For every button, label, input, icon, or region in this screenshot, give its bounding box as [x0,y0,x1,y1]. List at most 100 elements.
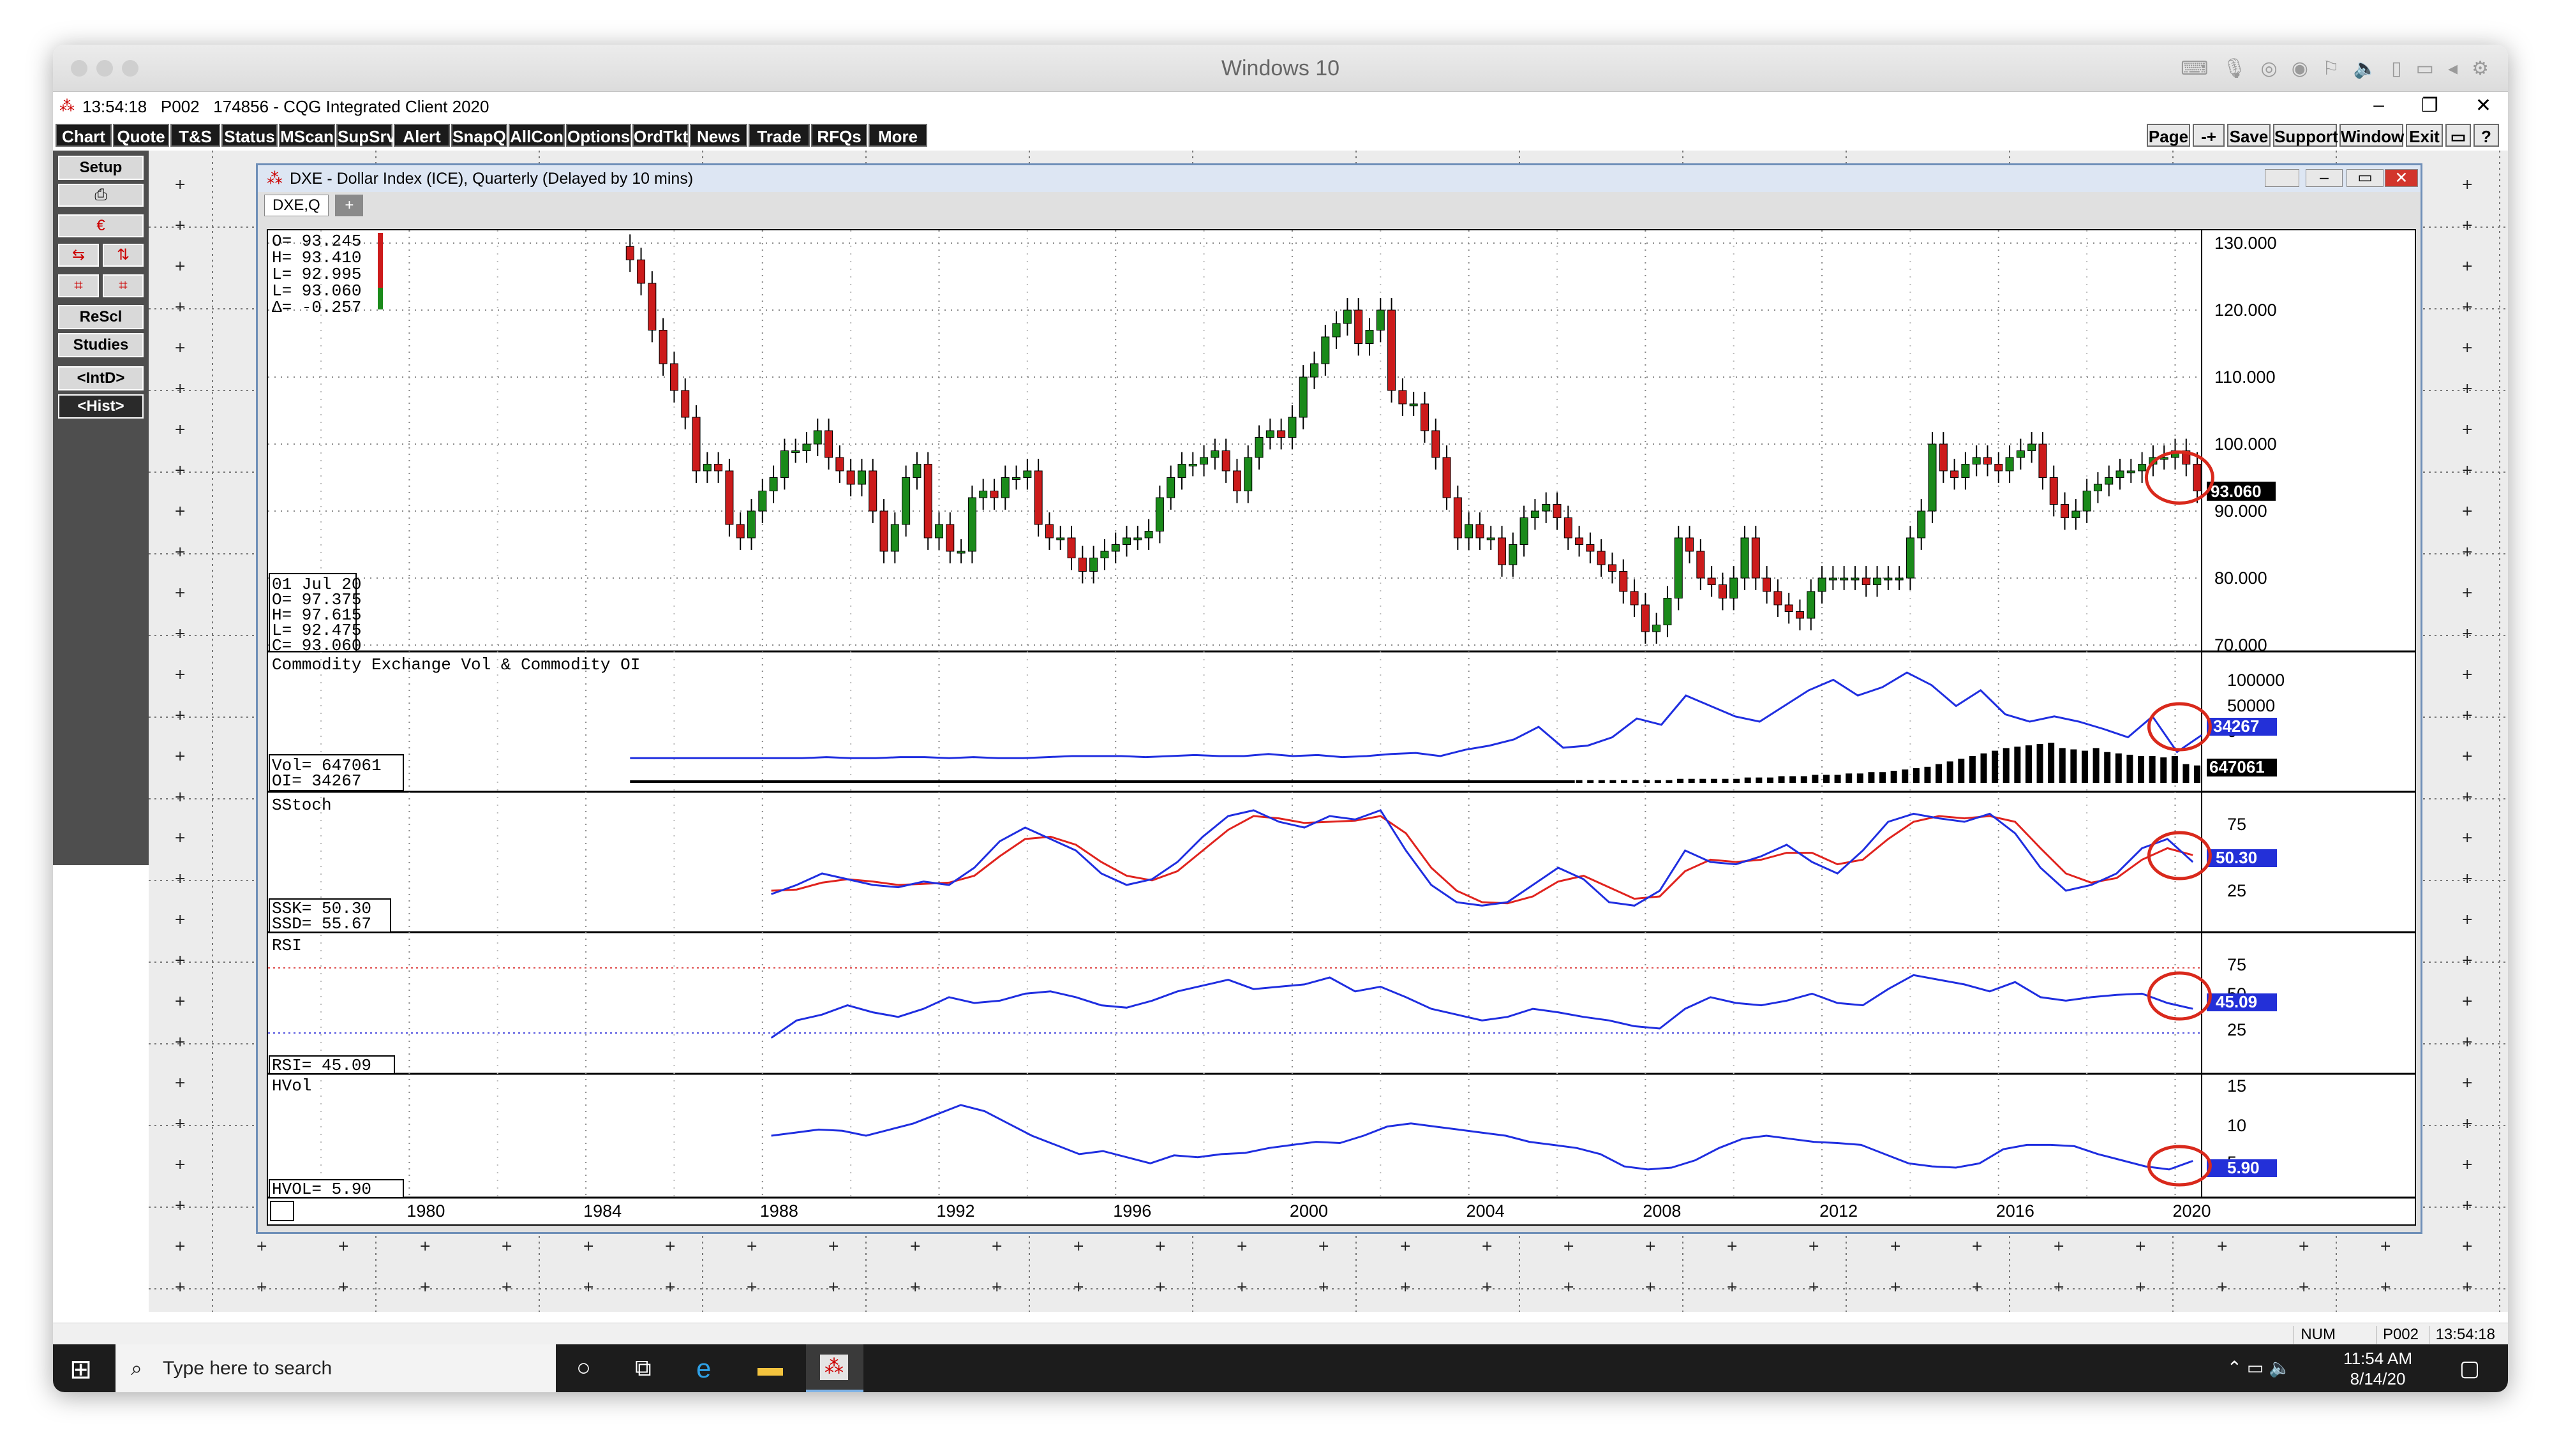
minimize-icon[interactable]: – [2373,94,2384,117]
candle-body [813,430,822,445]
menu-right-button-1[interactable]: -+ [2193,124,2225,147]
candle-body [681,390,690,418]
vol-bar [1710,778,1717,783]
chart-close-icon[interactable]: ✕ [2385,169,2418,187]
candle-body [1763,577,1772,592]
menu-chart-button[interactable]: Chart [56,124,112,147]
candle-body [1608,564,1616,572]
candle-body [1674,537,1683,598]
candle-body [1409,403,1418,406]
restore-icon[interactable]: ❐ [2421,94,2438,117]
link-icon[interactable] [2265,169,2299,187]
menu-trade-button[interactable]: Trade [749,124,810,147]
menu-alert-button[interactable]: Alert [394,124,450,147]
intraday-button[interactable]: <IntD> [58,366,144,390]
file-explorer-icon[interactable]: ▬ [757,1353,783,1382]
menu-status-button[interactable]: Status [221,124,278,147]
x-tick-label: 1980 [407,1201,445,1221]
candle-body [1917,510,1926,539]
menu-right-button-2[interactable]: Save [2227,124,2271,147]
vol-bar [1856,773,1863,783]
menu-options-button[interactable]: Options [566,124,631,147]
menu-news-button[interactable]: News [690,124,747,147]
folder-icon[interactable]: ▭ [2416,57,2434,80]
tab-dxe-q[interactable]: DXE,Q [264,195,329,216]
cqg-taskbar-button[interactable]: ⁂ [806,1344,863,1392]
add-tab-button[interactable]: + [335,195,364,216]
grid-plus-icon: + [174,1198,186,1214]
disc-icon[interactable]: ◎ [2261,57,2278,80]
grid-plus-icon: + [338,1279,349,1295]
grid-alt-icon[interactable]: ⌗ [103,274,144,297]
grid-plus-icon: + [174,708,186,724]
menu-supsrv-button[interactable]: SupSrv [336,124,396,147]
menu-rfqs-button[interactable]: RFQs [811,124,867,147]
grid-plus-icon: + [174,1238,186,1254]
close-icon[interactable]: ✕ [2475,94,2491,117]
plot-area[interactable]: 1980 1984 1988 1992 1996 2000 2004 2008 2012 2016… [267,229,2416,1226]
studies-button[interactable]: Studies [58,333,144,357]
menu-right-button-5[interactable]: Exit [2406,124,2443,147]
menu-right-button-7[interactable]: ? [2473,124,2499,147]
swap-vertical-icon[interactable]: ⇅ [103,244,144,267]
candle-body [2082,491,2091,512]
history-button[interactable]: <Hist> [58,394,144,419]
grid-plus-icon: + [1481,1238,1493,1254]
candle-body [1023,470,1032,478]
candle-body [1398,390,1407,405]
menu-snapq-button[interactable]: SnapQ [451,124,507,147]
usb-icon[interactable]: ▯ [2391,57,2402,80]
setup-button[interactable]: Setup [58,156,144,180]
menu-allcon-button[interactable]: AllCon [509,124,565,147]
tray-icons[interactable]: ⌃ ▭ 🔈 [2227,1357,2291,1378]
chart-restore-icon[interactable]: ▭ [2346,169,2384,187]
windows-start-icon[interactable]: ⊞ [70,1353,92,1385]
vol-bar [1576,780,1583,783]
grid-plus-icon: + [583,1279,594,1295]
candle-body [946,524,955,552]
settings-icon[interactable]: ⚙ [2472,57,2489,80]
menu-quote-button[interactable]: Quote [113,124,169,147]
candle-body [1630,591,1639,605]
notifications-icon[interactable]: ▢ [2459,1356,2480,1381]
back-icon[interactable]: ◂ [2448,57,2458,80]
menu-mscan-button[interactable]: MScan [279,124,335,147]
keyboard-icon[interactable]: ⌨ [2181,57,2208,80]
print-icon[interactable]: ⎙ [58,184,144,207]
grid-plus-icon: + [174,463,186,479]
taskbar-search-input[interactable]: ⌕ Type here to search [116,1344,556,1392]
grid-plus-icon: + [174,912,186,928]
chart-minimize-icon[interactable]: – [2306,169,2343,187]
menu-right-button-4[interactable]: Window [2339,124,2404,147]
cqg-icon[interactable]: € [58,214,144,237]
candle-body [1773,591,1782,605]
candle-body [2049,477,2058,505]
network-icon[interactable]: ⚐ [2322,57,2339,80]
taskbar-clock[interactable]: 11:54 AM 8/14/20 [2343,1348,2412,1389]
menu-right-button-0[interactable]: Page [2147,124,2190,147]
cortana-icon[interactable]: ○ [576,1355,591,1382]
grid-plus-icon: + [174,258,186,274]
grid-plus-icon: + [2461,626,2473,642]
task-view-icon[interactable]: ⧉ [635,1355,652,1382]
candle-body [1089,558,1098,572]
cd-icon[interactable]: ◉ [2292,57,2308,80]
menu-ordtkt-button[interactable]: OrdTkt [632,124,689,147]
menu-right-button-6[interactable]: ▭ [2445,124,2471,147]
menu-right-button-3[interactable]: Support [2273,124,2338,147]
mac-window: Windows 10 ⌨ 🎙 ◎ ◉ ⚐ 🔈 ▯ ▭ ◂ ⚙ ⁂ 13:54:1… [53,45,2508,1392]
candle-body [625,246,634,260]
vol-bar [1643,780,1650,783]
swap-horizontal-icon[interactable]: ⇆ [58,244,99,267]
menu-ts-button[interactable]: T&S [170,124,220,147]
grid-plus-icon: + [174,177,186,193]
candle-body [791,450,800,453]
candle-body [1376,309,1385,331]
grid-plus-icon: + [991,1238,1003,1254]
grid-icon[interactable]: ⌗ [58,274,99,297]
rescale-button[interactable]: ReScl [58,305,144,329]
speaker-icon[interactable]: 🔈 [2354,57,2377,80]
mic-icon[interactable]: 🎙 [2222,57,2246,80]
menu-more-button[interactable]: More [869,124,927,147]
edge-icon[interactable]: e [696,1353,711,1384]
